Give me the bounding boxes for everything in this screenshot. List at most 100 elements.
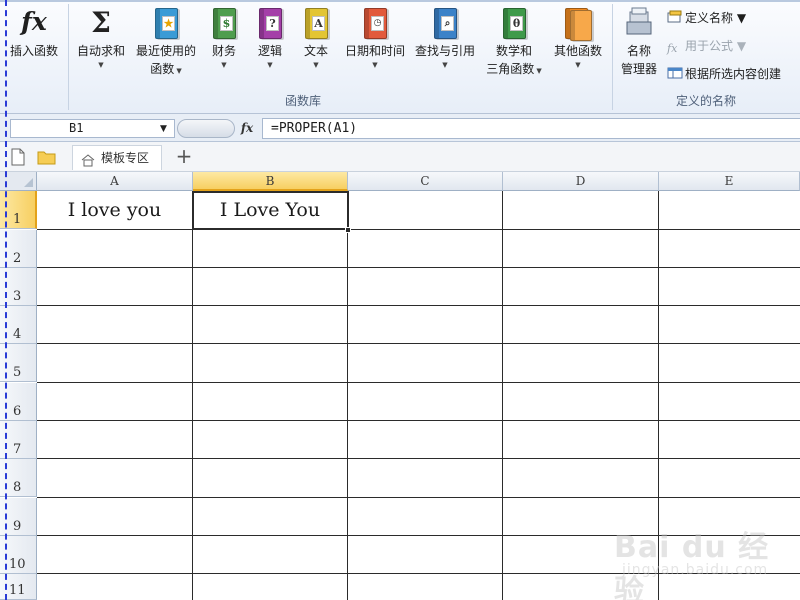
lookup-reference-label: 查找与引用 bbox=[414, 44, 475, 58]
autosum-label: 自动求和 bbox=[76, 44, 125, 58]
chevron-down-icon: ▼ bbox=[98, 61, 104, 69]
insert-function-label: 插入函数 bbox=[9, 44, 58, 58]
name-box-value: B1 bbox=[69, 121, 84, 135]
text-book-icon: A bbox=[301, 6, 331, 42]
text-label: 文本 bbox=[303, 44, 328, 58]
open-folder-icon[interactable] bbox=[37, 148, 57, 166]
gridline bbox=[37, 229, 800, 230]
fx-small-icon: fx bbox=[667, 42, 678, 55]
define-name-icon bbox=[667, 10, 683, 24]
fill-handle[interactable] bbox=[345, 227, 351, 233]
recently-used-label: 最近使用的 bbox=[135, 44, 196, 58]
tab-template-zone[interactable]: 模板专区 bbox=[72, 145, 163, 170]
tab-template-label: 模板专区 bbox=[101, 151, 150, 165]
workbook-tab-bar: 模板专区 + bbox=[0, 142, 800, 172]
create-from-selection-icon bbox=[667, 66, 683, 80]
column-header-a[interactable]: A bbox=[37, 172, 193, 191]
financial-book-icon: $ bbox=[209, 6, 239, 42]
use-in-formula-button[interactable]: fx 用于公式 ▼ bbox=[667, 38, 746, 55]
sigma-icon: Σ bbox=[91, 6, 111, 39]
gridline bbox=[37, 382, 800, 383]
watermark-logo: Bai du 经验 bbox=[614, 530, 770, 600]
chevron-down-icon: ▼ bbox=[221, 61, 227, 69]
formula-bar: B1 ▼ fx =PROPER(A1) bbox=[0, 114, 800, 142]
ribbon-separator bbox=[68, 4, 69, 110]
formula-input[interactable]: =PROPER(A1) bbox=[262, 118, 800, 139]
column-header-b[interactable]: B bbox=[193, 172, 348, 191]
insert-function-button[interactable]: fx 插入函数 bbox=[6, 6, 62, 60]
add-tab-button[interactable]: + bbox=[174, 145, 194, 167]
gridline bbox=[37, 458, 800, 459]
financial-button[interactable]: $ 财务 ▼ bbox=[204, 6, 244, 70]
ribbon-top-border bbox=[0, 0, 800, 2]
name-manager-label: 名称 bbox=[626, 44, 651, 58]
fx-icon: fx bbox=[21, 7, 47, 36]
column-header-e[interactable]: E bbox=[659, 172, 800, 191]
create-from-selection-label: 根据所选内容创建 bbox=[685, 67, 782, 81]
gridline bbox=[192, 191, 193, 600]
create-from-selection-button[interactable]: 根据所选内容创建 bbox=[667, 66, 781, 82]
defined-names-group-label: 定义的名称 bbox=[676, 94, 737, 108]
math-trig-label-2: 三角函数 bbox=[486, 62, 535, 76]
new-document-icon[interactable] bbox=[10, 148, 30, 166]
gridline bbox=[37, 497, 800, 498]
chevron-down-icon[interactable]: ▼ bbox=[160, 124, 167, 134]
more-functions-book-icon bbox=[563, 6, 593, 42]
use-in-formula-label: 用于公式 bbox=[685, 39, 734, 53]
home-icon bbox=[81, 151, 95, 167]
gridline bbox=[347, 191, 348, 600]
name-manager-icon bbox=[624, 6, 654, 42]
logic-button[interactable]: ? 逻辑 ▼ bbox=[250, 6, 290, 70]
chevron-down-icon: ▼ bbox=[372, 61, 378, 69]
function-library-group-label: 函数库 bbox=[285, 94, 322, 108]
gridline bbox=[502, 191, 503, 600]
chevron-down-icon: ▼ bbox=[174, 67, 182, 75]
watermark-url: jingyan.baidu.com bbox=[622, 562, 769, 578]
date-time-label: 日期和时间 bbox=[344, 44, 405, 58]
autosum-button[interactable]: Σ 自动求和 ▼ bbox=[72, 6, 130, 70]
column-header-d[interactable]: D bbox=[503, 172, 659, 191]
gridline bbox=[37, 267, 800, 268]
dashed-guide-line bbox=[5, 0, 7, 600]
date-time-book-icon: ◷ bbox=[360, 6, 390, 42]
text-button[interactable]: A 文本 ▼ bbox=[296, 6, 336, 70]
ribbon-separator bbox=[612, 4, 613, 110]
math-book-icon: θ bbox=[499, 6, 529, 42]
name-box[interactable]: B1 bbox=[10, 119, 175, 138]
more-functions-label: 其他函数 bbox=[553, 44, 602, 58]
active-cell-selection bbox=[192, 191, 349, 230]
define-name-label: 定义名称 bbox=[685, 11, 734, 25]
recently-used-button[interactable]: ★ 最近使用的 函数 ▼ bbox=[132, 6, 200, 80]
ribbon: fx 插入函数 Σ 自动求和 ▼ ★ 最近使用的 函数 ▼ $ 财务 ▼ ? 逻… bbox=[0, 0, 800, 114]
cell-a1[interactable]: I love you bbox=[37, 191, 192, 229]
gridline bbox=[37, 420, 800, 421]
lookup-reference-button[interactable]: ⌕ 查找与引用 ▼ bbox=[410, 6, 480, 70]
logic-label: 逻辑 bbox=[257, 44, 282, 58]
formula-text: =PROPER(A1) bbox=[271, 121, 358, 136]
recent-book-icon: ★ bbox=[151, 6, 181, 42]
baidu-jingyan-watermark: Bai du 经验 jingyan.baidu.com bbox=[612, 512, 782, 600]
math-trig-button[interactable]: θ 数学和 三角函数 ▼ bbox=[482, 6, 546, 80]
chevron-down-icon: ▼ bbox=[575, 61, 581, 69]
lookup-book-icon: ⌕ bbox=[430, 6, 460, 42]
chevron-down-icon: ▼ bbox=[733, 39, 747, 53]
formula-bar-grip[interactable] bbox=[177, 119, 235, 138]
math-trig-label: 数学和 bbox=[495, 44, 532, 58]
more-functions-button[interactable]: 其他函数 ▼ bbox=[548, 6, 608, 70]
recently-used-label-2: 函数 bbox=[150, 62, 175, 76]
chevron-down-icon: ▼ bbox=[267, 61, 273, 69]
gridline bbox=[37, 343, 800, 344]
chevron-down-icon: ▼ bbox=[313, 61, 319, 69]
financial-label: 财务 bbox=[211, 44, 236, 58]
name-manager-label-2: 管理器 bbox=[620, 62, 657, 76]
column-header-c[interactable]: C bbox=[348, 172, 503, 191]
chevron-down-icon: ▼ bbox=[534, 67, 542, 75]
define-name-button[interactable]: 定义名称 ▼ bbox=[667, 10, 746, 26]
gridline bbox=[37, 305, 800, 306]
date-time-button[interactable]: ◷ 日期和时间 ▼ bbox=[340, 6, 410, 70]
logic-book-icon: ? bbox=[255, 6, 285, 42]
insert-function-fx-button[interactable]: fx bbox=[238, 118, 256, 138]
name-manager-button[interactable]: 名称 管理器 bbox=[616, 6, 662, 78]
chevron-down-icon: ▼ bbox=[442, 61, 448, 69]
chevron-down-icon: ▼ bbox=[733, 11, 747, 25]
